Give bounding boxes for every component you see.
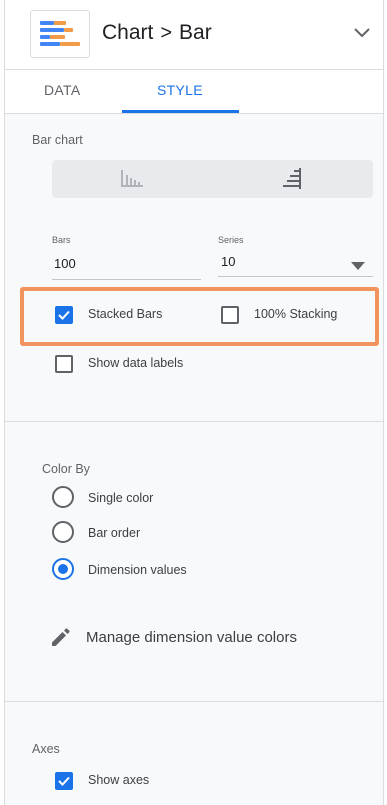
vertical-orientation-button[interactable] [52,160,212,198]
show-axes-checkbox[interactable] [55,772,73,790]
checkmark-icon [58,310,70,320]
vertical-bars-icon [121,170,143,187]
title-bar: Bar [179,21,212,44]
horizontal-orientation-button[interactable] [212,160,372,198]
series-field-label: Series [218,235,244,245]
radio-bar-order[interactable] [52,521,74,543]
dropdown-arrow-icon[interactable] [351,257,365,275]
horizontal-bars-icon [283,168,301,189]
bars-field-label: Bars [52,235,71,245]
color-by-section-label: Color By [42,462,90,476]
style-panel: Chart > Bar DATA STYLE Bar chart Bars 10… [4,0,384,805]
axes-section-label: Axes [32,742,60,756]
show-data-labels-label: Show data labels [88,356,184,370]
manage-colors-label: Manage dimension value colors [86,628,297,646]
radio-dimension-values[interactable] [52,558,74,580]
show-axes-label: Show axes [88,773,150,787]
chart-type-title: Chart > Bar [102,21,212,45]
show-data-labels-checkbox[interactable] [55,355,73,373]
percent-stacking-label: 100% Stacking [254,307,338,321]
bar-order-label: Bar order [88,526,141,540]
bar-chart-icon [30,10,90,58]
bars-input[interactable]: 100 [54,256,76,271]
section-divider [5,421,383,422]
bars-input-underline [52,279,201,280]
tab-data[interactable]: DATA [44,82,80,98]
radio-single-color[interactable] [52,486,74,508]
stacked-bars-label: Stacked Bars [88,307,163,321]
section-divider [5,701,383,702]
orientation-toggle [52,160,373,198]
pencil-icon [52,628,70,646]
tab-style[interactable]: STYLE [157,82,203,98]
stacked-bars-checkbox[interactable] [55,306,73,324]
chevron-down-icon[interactable] [353,26,371,44]
panel-header: Chart > Bar [5,0,383,70]
title-chart: Chart [102,21,154,44]
dimension-values-label: Dimension values [88,563,187,577]
manage-dimension-colors-button[interactable]: Manage dimension value colors [50,622,297,652]
tab-bar: DATA STYLE [5,70,383,114]
active-tab-indicator [122,110,239,113]
checkmark-icon [58,776,70,786]
percent-stacking-checkbox[interactable] [221,306,239,324]
bar-chart-section-label: Bar chart [32,133,83,147]
single-color-label: Single color [88,491,154,505]
series-select[interactable]: 10 [221,254,235,269]
title-separator: > [160,21,173,44]
series-select-underline [218,276,373,277]
